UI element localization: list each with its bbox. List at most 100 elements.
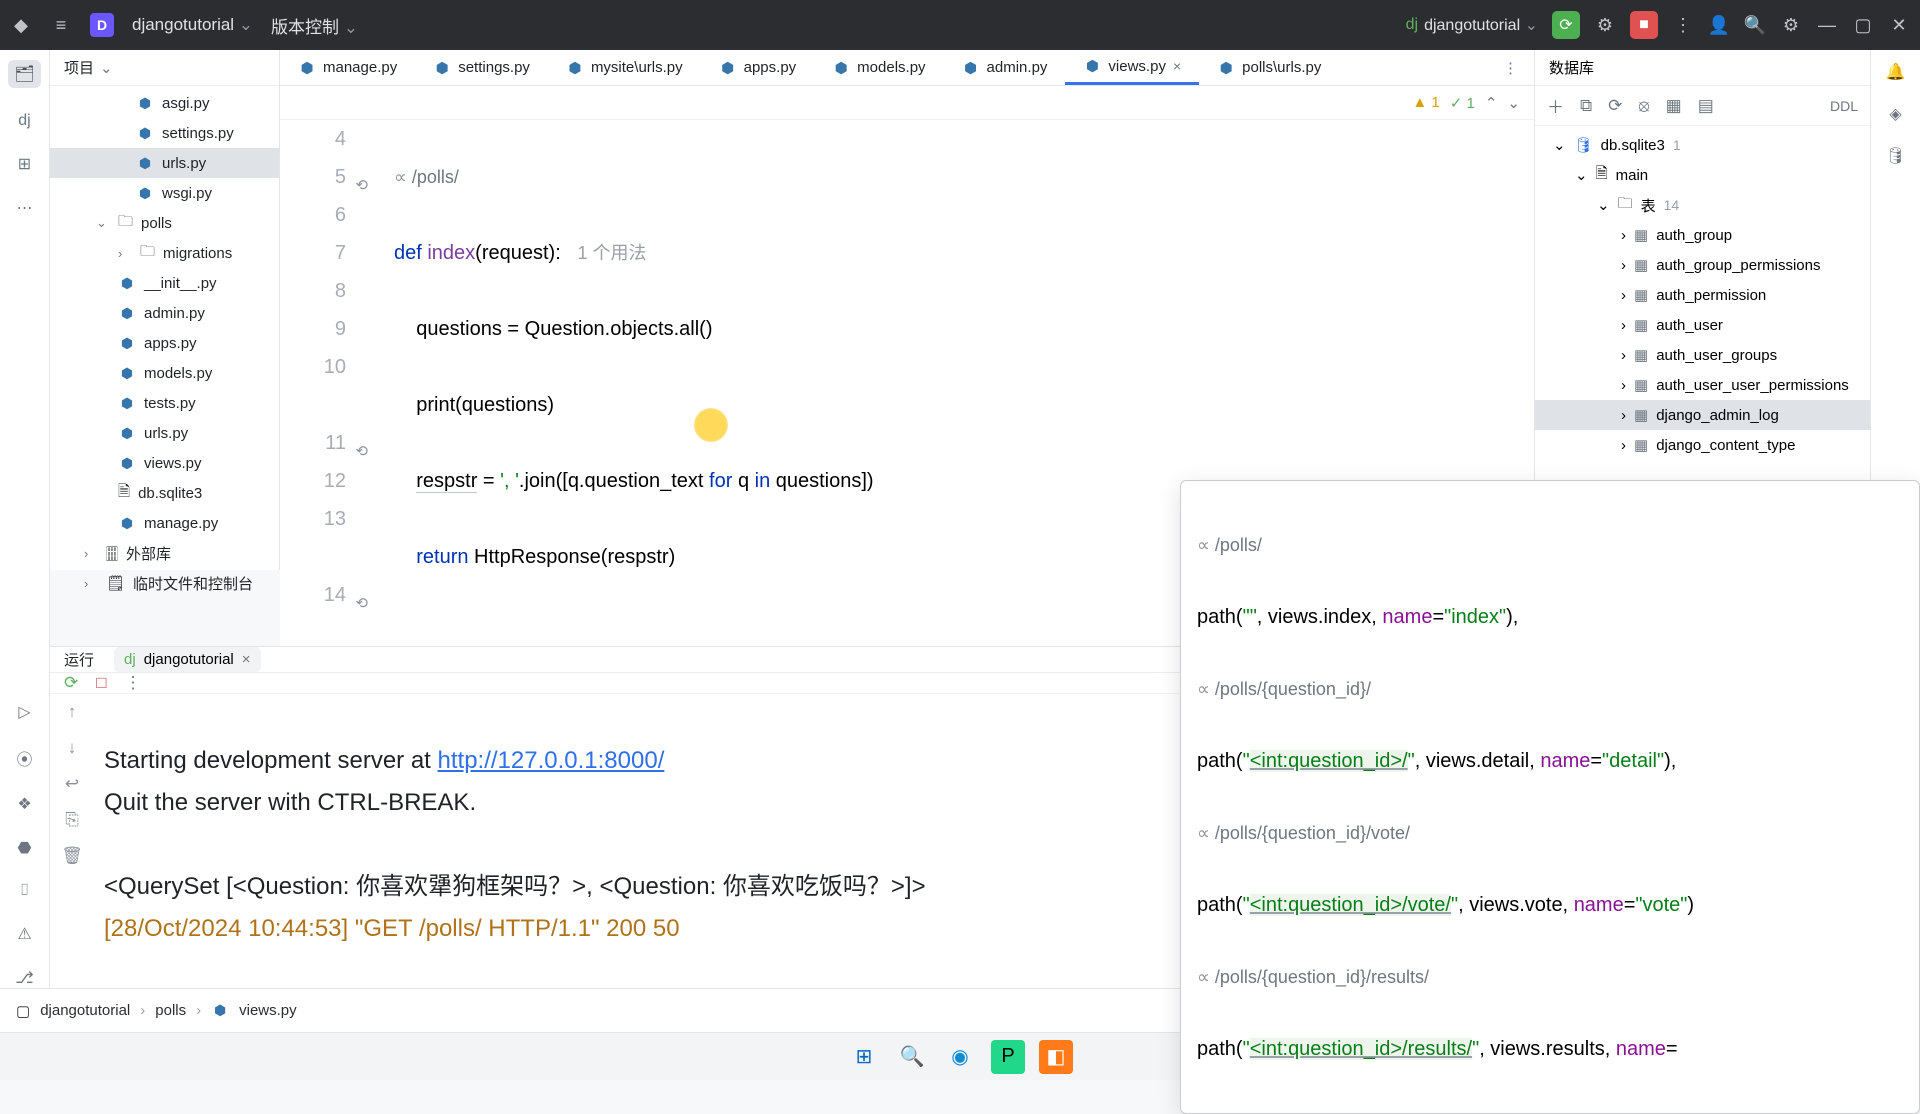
run-config-tab[interactable]: djdjangotutorial× <box>114 647 261 672</box>
tree-file[interactable]: 🗎db.sqlite3 <box>50 478 279 508</box>
more-vert-icon[interactable]: ⋮ <box>1672 14 1694 36</box>
maximize-icon[interactable]: ▢ <box>1852 14 1874 36</box>
table-icon[interactable]: ▦ <box>1666 96 1682 116</box>
app-taskbar-icon[interactable]: ◧ <box>1039 1040 1073 1074</box>
tree-file[interactable]: ⬢apps.py <box>50 328 279 358</box>
refresh-icon[interactable]: ⟳ <box>1608 96 1622 116</box>
minimize-icon[interactable]: — <box>1816 14 1838 36</box>
gutter: 4 5 6 7 8 9 10 11 12 13 14 <box>280 120 358 646</box>
debug-icon[interactable]: ⚙ <box>1594 14 1616 36</box>
tree-file-active[interactable]: ⬢urls.py <box>50 148 279 178</box>
stop-process-icon[interactable]: □ <box>96 673 106 693</box>
stop-sync-icon[interactable]: ⦻ <box>1638 96 1649 116</box>
database-toolbar[interactable]: ＋ ⧉ ⟳ ⦻ ▦ ▤ DDL <box>1535 86 1870 126</box>
problems-icon[interactable]: ⚠ <box>17 924 31 944</box>
tabs-more-icon[interactable]: ⋮ <box>1503 59 1534 77</box>
filter-icon[interactable]: ▤ <box>1698 96 1714 116</box>
db-table[interactable]: ›▦auth_group_permissions <box>1535 250 1870 280</box>
db-node[interactable]: ⌄🗀表 14 <box>1535 190 1870 220</box>
app-icon: ◆ <box>10 14 32 36</box>
tab-polls-urls[interactable]: ⬢polls\urls.py <box>1199 50 1339 85</box>
project-name[interactable]: djangotutorial <box>132 15 253 35</box>
more-tool-icon[interactable]: ⋯ <box>17 198 33 218</box>
project-panel-header[interactable]: 项目⌄ <box>50 50 279 86</box>
database-tool-icon[interactable]: 🛢 <box>1885 146 1905 166</box>
tab-views[interactable]: ⬢views.py× <box>1065 50 1199 85</box>
tree-folder[interactable]: ›🗒临时文件和控制台 <box>50 568 279 598</box>
search-icon[interactable]: 🔍 <box>1744 14 1766 36</box>
search-taskbar-icon[interactable]: 🔍 <box>895 1040 929 1074</box>
tree-file[interactable]: ⬢urls.py <box>50 418 279 448</box>
git-icon[interactable]: ⎇ <box>15 968 33 988</box>
project-tree[interactable]: ⬢asgi.py ⬢settings.py ⬢urls.py ⬢wsgi.py … <box>50 86 279 600</box>
tab-manage[interactable]: ⬢manage.py <box>280 50 415 85</box>
notifications-icon[interactable]: 🔔 <box>1886 62 1906 82</box>
edge-icon[interactable]: ◉ <box>943 1040 977 1074</box>
db-node[interactable]: ⌄🗎main <box>1535 160 1870 190</box>
tree-file[interactable]: ⬢models.py <box>50 358 279 388</box>
run-side-toolbar[interactable]: ↑ ↓ ↩ ⎘ 🗑 <box>50 694 94 996</box>
tree-file[interactable]: ⬢manage.py <box>50 508 279 538</box>
tab-models[interactable]: ⬢models.py <box>814 50 943 85</box>
settings-icon[interactable]: ⚙ <box>1780 14 1802 36</box>
db-table[interactable]: ›▦auth_user <box>1535 310 1870 340</box>
run-button[interactable]: ⟳ <box>1552 11 1580 39</box>
scroll-icon[interactable]: ⎘ <box>65 810 79 830</box>
db-table[interactable]: ›▦auth_group <box>1535 220 1870 250</box>
tree-file[interactable]: ⬢settings.py <box>50 118 279 148</box>
duplicate-icon[interactable]: ⧉ <box>1580 96 1592 116</box>
rerun-icon[interactable]: ⟳ <box>64 673 78 693</box>
close-icon[interactable]: ✕ <box>1888 14 1910 36</box>
project-badge: D <box>90 13 114 37</box>
vcs-menu[interactable]: 版本控制 <box>271 13 358 38</box>
db-node[interactable]: ⌄🛢db.sqlite3 1 <box>1535 130 1870 160</box>
db-table-selected[interactable]: ›▦django_admin_log <box>1535 400 1870 430</box>
tree-file[interactable]: ⬢tests.py <box>50 388 279 418</box>
ddl-button[interactable]: DDL <box>1830 98 1858 114</box>
start-icon[interactable]: ⊞ <box>847 1040 881 1074</box>
db-table[interactable]: ›▦auth_user_user_permissions <box>1535 370 1870 400</box>
project-tool-icon[interactable]: 🗂 <box>8 60 40 88</box>
db-table[interactable]: ›▦django_content_type <box>1535 430 1870 460</box>
db-table[interactable]: ›▦auth_permission <box>1535 280 1870 310</box>
tree-file[interactable]: ⬢views.py <box>50 448 279 478</box>
down-icon[interactable]: ↓ <box>68 738 77 758</box>
pycharm-taskbar-icon[interactable]: P <box>991 1040 1025 1074</box>
tree-file[interactable]: ⬢admin.py <box>50 298 279 328</box>
trash-icon[interactable]: 🗑 <box>61 846 83 866</box>
tree-folder[interactable]: ⌄🗀polls <box>50 208 279 238</box>
up-icon[interactable]: ↑ <box>68 702 77 722</box>
breadcrumbs[interactable]: ▢djangotutorial› polls› ⬢views.py <box>16 1002 297 1020</box>
database-tree[interactable]: ⌄🛢db.sqlite3 1 ⌄🗎main ⌄🗀表 14 ›▦auth_grou… <box>1535 126 1870 464</box>
tree-folder[interactable]: ›🗀migrations <box>50 238 279 268</box>
inspection-bar[interactable]: ▲ 1 ✓ 1 ⌃⌄ <box>280 86 1534 120</box>
services-icon[interactable]: ❖ <box>17 794 31 814</box>
close-run-tab-icon[interactable]: × <box>242 651 251 668</box>
stop-button[interactable]: ■ <box>1630 11 1658 39</box>
ai-assistant-icon[interactable]: ◈ <box>1889 104 1901 124</box>
structure-tool-icon[interactable]: ⊞ <box>18 154 31 174</box>
tree-file[interactable]: ⬢__init__.py <box>50 268 279 298</box>
wrap-icon[interactable]: ↩ <box>65 774 79 794</box>
tab-mysite-urls[interactable]: ⬢mysite\urls.py <box>548 50 701 85</box>
debug-tool-icon[interactable]: ⬣ <box>18 838 32 858</box>
tree-folder[interactable]: ›🀘外部库 <box>50 538 279 568</box>
django-tool-icon[interactable]: dj <box>18 112 30 130</box>
db-table[interactable]: ›▦auth_user_groups <box>1535 340 1870 370</box>
tree-file[interactable]: ⬢asgi.py <box>50 88 279 118</box>
hamburger-icon[interactable]: ≡ <box>50 14 72 36</box>
close-tab-icon[interactable]: × <box>1173 58 1181 74</box>
tab-admin[interactable]: ⬢admin.py <box>944 50 1066 85</box>
tab-apps[interactable]: ⬢apps.py <box>701 50 815 85</box>
endpoint-popup: /polls/ path("", views.index, name="inde… <box>1180 480 1920 1114</box>
python-console-icon[interactable]: ⦿ <box>16 746 32 770</box>
add-icon[interactable]: ＋ <box>1547 93 1564 118</box>
collab-icon[interactable]: 👤 <box>1708 14 1730 36</box>
run-config-icon[interactable]: djdjangotutorial <box>1406 15 1538 35</box>
tree-file[interactable]: ⬢wsgi.py <box>50 178 279 208</box>
database-panel-header[interactable]: 数据库 <box>1535 50 1870 86</box>
run-more-icon[interactable]: ⋮ <box>125 673 142 693</box>
run-tool-icon[interactable]: ▷ <box>18 702 30 722</box>
terminal-icon[interactable]: ⌷ <box>20 882 30 900</box>
tab-settings[interactable]: ⬢settings.py <box>415 50 548 85</box>
